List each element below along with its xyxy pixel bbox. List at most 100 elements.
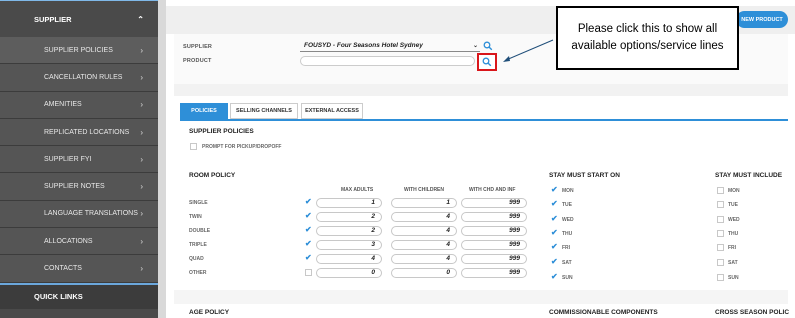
- chevron-right-icon: ›: [140, 182, 143, 192]
- room-row-value-input[interactable]: 999: [461, 254, 527, 264]
- day-checkbox[interactable]: ✔: [551, 186, 558, 194]
- chevron-right-icon: ›: [140, 264, 143, 274]
- col-header-with-chd-inf: WITH CHD AND INF: [469, 187, 516, 193]
- day-checkbox[interactable]: [717, 216, 724, 223]
- room-row-label: DOUBLE: [189, 228, 211, 234]
- day-checkbox[interactable]: ✔: [551, 243, 558, 251]
- day-label: SAT: [562, 260, 572, 266]
- sidebar-item-label: SUPPLIER NOTES: [44, 183, 105, 191]
- chevron-up-icon: ⌃: [137, 14, 144, 24]
- sidebar-item-label: SUPPLIER FYI: [44, 155, 92, 163]
- day-checkbox[interactable]: ✔: [551, 200, 558, 208]
- room-row-value-input[interactable]: 999: [461, 198, 527, 208]
- room-row-value-input[interactable]: 4: [391, 226, 457, 236]
- section-separator: [174, 84, 788, 96]
- room-row-value-input[interactable]: 2: [316, 226, 382, 236]
- room-row-value-input[interactable]: 999: [461, 226, 527, 236]
- room-row-checkbox[interactable]: [305, 269, 312, 276]
- sidebar-item-label: REPLICATED LOCATIONS: [44, 128, 130, 136]
- sidebar-item-label: SUPPLIER POLICIES: [44, 46, 113, 54]
- tab-policies[interactable]: POLICIES: [180, 103, 228, 119]
- room-row-checkbox[interactable]: ✔: [305, 226, 312, 234]
- chevron-right-icon: ›: [140, 72, 143, 82]
- day-checkbox[interactable]: ✔: [551, 258, 558, 266]
- sidebar-item-contacts[interactable]: CONTACTS ›: [0, 255, 158, 283]
- room-row-value-input[interactable]: 999: [461, 268, 527, 278]
- room-row-checkbox[interactable]: ✔: [305, 254, 312, 262]
- room-row-value-input[interactable]: 4: [391, 254, 457, 264]
- day-checkbox[interactable]: [717, 274, 724, 281]
- supplier-search-icon[interactable]: [483, 41, 493, 51]
- callout-text: Please click this to show all available …: [571, 23, 724, 52]
- day-checkbox[interactable]: ✔: [551, 273, 558, 281]
- sidebar-item-replicated-locations[interactable]: REPLICATED LOCATIONS ›: [0, 118, 158, 147]
- sidebar-item-amenities[interactable]: AMENITIES ›: [0, 91, 158, 119]
- sidebar-header-label: SUPPLIER: [34, 14, 72, 24]
- day-checkbox[interactable]: [717, 201, 724, 208]
- sidebar-quick-links[interactable]: QUICK LINKS: [0, 282, 158, 309]
- age-policy-title: AGE POLICY: [189, 309, 230, 316]
- room-row-value-input[interactable]: 4: [391, 240, 457, 250]
- tab-selling-channels[interactable]: SELLING CHANNELS: [230, 103, 298, 119]
- sidebar-item-language-translations[interactable]: LANGUAGE TRANSLATIONS ›: [0, 200, 158, 229]
- col-header-with-children: WITH CHILDREN: [404, 187, 444, 193]
- room-row-value-input[interactable]: 4: [316, 254, 382, 264]
- day-label: TUE: [562, 202, 572, 208]
- day-checkbox[interactable]: [717, 259, 724, 266]
- tab-underline: [180, 119, 788, 121]
- sidebar-divider: [158, 0, 166, 318]
- sidebar-item-label: AMENITIES: [44, 101, 82, 109]
- stay-must-start-title: STAY MUST START ON: [549, 172, 620, 179]
- day-checkbox[interactable]: ✔: [551, 229, 558, 237]
- tab-label: POLICIES: [191, 108, 217, 114]
- room-row-checkbox[interactable]: ✔: [305, 212, 312, 220]
- new-product-label: NEW PRODUCT: [741, 16, 783, 23]
- product-input[interactable]: [300, 56, 475, 66]
- day-label: SUN: [562, 275, 573, 281]
- sidebar-header-supplier[interactable]: SUPPLIER ⌃: [0, 1, 158, 37]
- chevron-right-icon: ›: [140, 236, 143, 246]
- day-label: WED: [562, 217, 574, 223]
- day-label: WED: [728, 217, 740, 223]
- sidebar-item-cancellation-rules[interactable]: CANCELLATION RULES ›: [0, 64, 158, 92]
- sidebar-item-supplier-policies[interactable]: SUPPLIER POLICIES ›: [0, 37, 158, 65]
- chevron-right-icon: ›: [140, 127, 143, 137]
- product-search-icon[interactable]: [482, 57, 492, 67]
- prompt-pickup-checkbox[interactable]: [190, 143, 197, 150]
- sidebar-item-supplier-fyi[interactable]: SUPPLIER FYI ›: [0, 146, 158, 174]
- callout-annotation: Please click this to show all available …: [556, 6, 739, 70]
- room-row-value-input[interactable]: 4: [391, 212, 457, 222]
- product-label: PRODUCT: [183, 58, 212, 64]
- sidebar-item-supplier-notes[interactable]: SUPPLIER NOTES ›: [0, 173, 158, 201]
- room-row-value-input[interactable]: 1: [391, 198, 457, 208]
- tab-label: EXTERNAL ACCESS: [305, 108, 359, 114]
- room-row-value-input[interactable]: 1: [316, 198, 382, 208]
- room-row-value-input[interactable]: 0: [316, 268, 382, 278]
- day-label: THU: [562, 231, 573, 237]
- room-row-value-input[interactable]: 999: [461, 240, 527, 250]
- room-row-value-input[interactable]: 2: [316, 212, 382, 222]
- sidebar-item-allocations[interactable]: ALLOCATIONS ›: [0, 228, 158, 256]
- cross-season-title: CROSS SEASON POLIC: [715, 309, 790, 316]
- day-checkbox[interactable]: [717, 230, 724, 237]
- tab-label: SELLING CHANNELS: [236, 108, 292, 114]
- room-row-value-input[interactable]: 0: [391, 268, 457, 278]
- day-checkbox[interactable]: [717, 187, 724, 194]
- room-row-value-input[interactable]: 3: [316, 240, 382, 250]
- day-label: FRI: [728, 245, 737, 251]
- day-label: THU: [728, 231, 739, 237]
- chevron-right-icon: ›: [140, 45, 143, 55]
- room-row-checkbox[interactable]: ✔: [305, 240, 312, 248]
- day-label: SUN: [728, 275, 739, 281]
- room-row-checkbox[interactable]: ✔: [305, 198, 312, 206]
- day-checkbox[interactable]: [717, 244, 724, 251]
- new-product-button[interactable]: NEW PRODUCT: [736, 11, 788, 28]
- col-header-max-adults: MAX ADULTS: [341, 187, 374, 193]
- supplier-select[interactable]: FOUSYD - Four Seasons Hotel Sydney ⌄: [300, 41, 480, 52]
- sidebar-item-label: ALLOCATIONS: [44, 237, 93, 245]
- chevron-right-icon: ›: [140, 154, 143, 164]
- room-row-value-input[interactable]: 999: [461, 212, 527, 222]
- day-checkbox[interactable]: ✔: [551, 215, 558, 223]
- prompt-pickup-label: PROMPT FOR PICKUP/DROPOFF: [202, 144, 282, 150]
- tab-external-access[interactable]: EXTERNAL ACCESS: [301, 103, 363, 119]
